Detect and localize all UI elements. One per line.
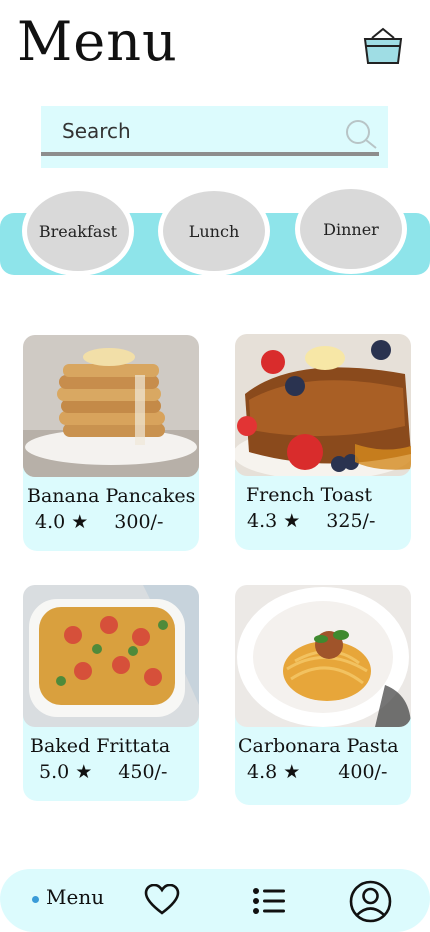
active-indicator [32, 896, 39, 903]
category-label: Dinner [300, 189, 402, 269]
heart-icon[interactable] [144, 884, 180, 916]
item-rating: 4.8 ★ [247, 761, 301, 783]
item-meta: 4.3 ★ 325/- [247, 510, 375, 532]
list-icon[interactable] [252, 887, 286, 915]
item-name: Banana Pancakes [27, 485, 196, 507]
category-breakfast[interactable]: Breakfast [22, 186, 134, 276]
item-meta: 5.0 ★ 450/- [39, 761, 167, 783]
search-input[interactable] [41, 106, 341, 156]
item-name: French Toast [246, 484, 373, 506]
item-meta: 4.8 ★ 400/- [247, 761, 387, 783]
category-dinner[interactable]: Dinner [295, 184, 407, 274]
item-price: 450/- [118, 761, 168, 783]
menu-item-card[interactable]: Banana Pancakes 4.0 ★ 300/- [23, 335, 199, 551]
category-label: Lunch [163, 191, 265, 271]
category-lunch[interactable]: Lunch [158, 186, 270, 276]
french-toast-image [235, 334, 411, 476]
baked-frittata-image [23, 585, 199, 727]
item-price: 400/- [338, 761, 388, 783]
search-icon[interactable] [343, 118, 379, 150]
profile-icon[interactable] [349, 880, 392, 923]
search-bar [41, 106, 388, 168]
basket-icon[interactable] [362, 26, 404, 66]
bottom-nav: Menu [0, 869, 430, 932]
menu-screen: Menu Breakfast Lunch Dinner [0, 0, 430, 932]
item-meta: 4.0 ★ 300/- [35, 511, 163, 533]
item-price: 300/- [114, 511, 164, 533]
item-name: Carbonara Pasta [238, 735, 399, 757]
item-price: 325/- [326, 510, 376, 532]
menu-item-card[interactable]: French Toast 4.3 ★ 325/- [235, 334, 411, 550]
nav-menu[interactable]: Menu [46, 885, 104, 909]
page-title: Menu [17, 10, 178, 73]
banana-pancakes-image [23, 335, 199, 477]
category-label: Breakfast [27, 191, 129, 271]
search-underline [41, 152, 379, 156]
item-rating: 4.3 ★ [247, 510, 301, 532]
item-rating: 5.0 ★ [39, 761, 93, 783]
menu-item-card[interactable]: Baked Frittata 5.0 ★ 450/- [23, 585, 199, 801]
item-name: Baked Frittata [30, 735, 171, 757]
carbonara-pasta-image [235, 585, 411, 727]
menu-item-card[interactable]: Carbonara Pasta 4.8 ★ 400/- [235, 585, 411, 805]
item-rating: 4.0 ★ [35, 511, 89, 533]
